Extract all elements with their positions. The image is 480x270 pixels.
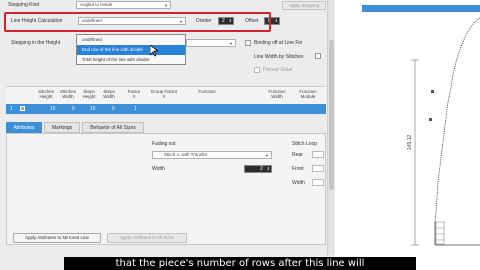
fading-out-value: Stitch o. with Transfer bbox=[164, 152, 208, 157]
stepping-kind-select[interactable]: Angled to Inside ▼ bbox=[76, 1, 171, 9]
cell-steps-width: 0 bbox=[112, 106, 115, 112]
column-header: Stitches Height bbox=[37, 89, 54, 99]
cell-factor: 1 bbox=[134, 106, 137, 112]
dropdown-option-total-height[interactable]: Total height of the line with divider bbox=[77, 55, 185, 65]
cell-steps-height: 15 bbox=[90, 106, 96, 112]
cell-stitches-width: 0 bbox=[72, 106, 75, 112]
spinner-arrows-icon: ⬍ bbox=[274, 18, 278, 23]
rear-label: Rear bbox=[292, 152, 303, 158]
width-spinner[interactable]: 2 ⬍ bbox=[244, 165, 272, 173]
shape-outline-svg bbox=[411, 17, 480, 246]
column-header: Steps Height bbox=[82, 89, 96, 99]
apply-stepping-button[interactable]: Apply Stepping bbox=[282, 1, 326, 10]
stepping-kind-label: Stepping Kind bbox=[8, 2, 40, 8]
cell-stitches-height: 15 bbox=[50, 106, 56, 112]
shape-preview: 145.12 bbox=[335, 0, 480, 270]
front-label: Front bbox=[292, 166, 304, 172]
width2-field[interactable] bbox=[312, 179, 324, 186]
tab-behavior-all-sizes[interactable]: Behavior of All Sizes bbox=[82, 122, 144, 133]
stitch-loop-label: Stitch Loop bbox=[292, 141, 318, 147]
line-width-label: Line Width by Stitches bbox=[254, 54, 304, 60]
stepping-height-select[interactable]: ▼ bbox=[186, 39, 236, 47]
apply-mirrored-button[interactable]: Apply Attributes to Mirrored Line bbox=[13, 233, 101, 243]
pinned-label: Pinned Value bbox=[263, 67, 293, 73]
row-index: 1 bbox=[10, 106, 13, 112]
binding-off-checkbox[interactable] bbox=[245, 40, 251, 46]
column-header: Steps Width bbox=[103, 89, 115, 99]
vertical-scrollbar[interactable] bbox=[327, 0, 334, 255]
column-header: Function Width bbox=[268, 89, 286, 99]
scrollbar-thumb[interactable] bbox=[329, 40, 334, 190]
dropdown-option-undefined[interactable]: undefined bbox=[77, 35, 185, 45]
shape-edge bbox=[434, 17, 480, 223]
chevron-down-icon: ▼ bbox=[164, 3, 168, 8]
cursor-icon bbox=[150, 45, 158, 57]
stepping-in-height-label: Stepping in the Height bbox=[11, 40, 61, 46]
marker-point bbox=[429, 118, 432, 121]
table-header: Stitches Height Stitches Width Steps Height… bbox=[6, 86, 326, 104]
line-width-checkbox[interactable] bbox=[315, 53, 321, 59]
pinned-checkbox[interactable] bbox=[254, 67, 260, 73]
chevron-down-icon: ▼ bbox=[265, 153, 269, 158]
attributes-panel: Fading out Stitch o. with Transfer ▼ Wid… bbox=[6, 133, 326, 245]
highlight-box bbox=[4, 12, 271, 32]
chevron-down-icon: ▼ bbox=[229, 41, 233, 46]
column-header: Function Module bbox=[299, 89, 317, 99]
line-height-dropdown: undefined End row of the line with divid… bbox=[76, 34, 186, 65]
spinner-arrows-icon: ⬍ bbox=[266, 166, 270, 171]
binding-off-label: Binding off at Line Fin bbox=[254, 40, 303, 46]
width2-label: Width bbox=[292, 180, 305, 186]
dropdown-option-end-row[interactable]: End row of the line with divider bbox=[77, 45, 185, 55]
stepping-marker bbox=[435, 221, 445, 245]
tab-markings[interactable]: Markings bbox=[44, 122, 80, 133]
rear-field[interactable] bbox=[312, 151, 324, 158]
column-header: Factor # bbox=[127, 89, 141, 99]
video-caption: that the piece's number of rows after th… bbox=[64, 257, 416, 270]
column-header: Group Factor # bbox=[150, 89, 178, 99]
column-header: Stitches Width bbox=[59, 89, 76, 99]
front-field[interactable] bbox=[312, 165, 324, 172]
width-value: 2 bbox=[260, 166, 263, 172]
tab-attributes[interactable]: Attributes bbox=[6, 122, 42, 133]
fading-out-select[interactable]: Stitch o. with Transfer ▼ bbox=[152, 151, 272, 159]
shape-editor-panel: Stepping Kind Angled to Inside ▼ Apply S… bbox=[0, 0, 335, 270]
column-header: Function bbox=[198, 89, 216, 94]
apply-all-sizes-button[interactable]: Apply Attributes to All Sizes bbox=[107, 233, 187, 243]
fading-out-label: Fading out bbox=[152, 141, 176, 147]
marker-point bbox=[431, 90, 434, 93]
width-label: Width bbox=[152, 166, 165, 172]
table-row[interactable]: 1 15 0 15 0 1 bbox=[6, 104, 326, 114]
stepping-kind-value: Angled to Inside bbox=[80, 2, 113, 7]
row-status-icon bbox=[20, 106, 25, 111]
dimension-label: 145.12 bbox=[407, 134, 413, 150]
